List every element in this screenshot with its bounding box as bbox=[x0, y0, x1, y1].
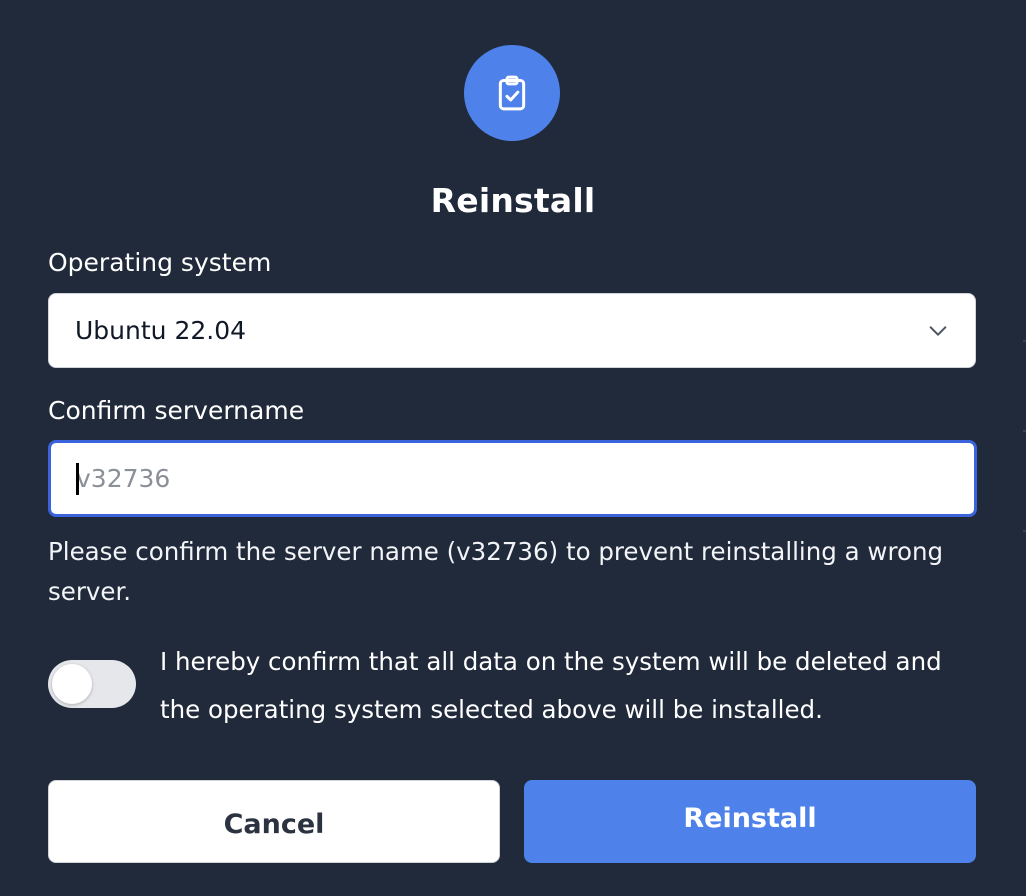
chevron-down-icon bbox=[929, 326, 947, 336]
reinstall-button[interactable]: Reinstall bbox=[524, 780, 976, 863]
os-select[interactable]: Ubuntu 22.04 bbox=[48, 293, 976, 368]
toggle-knob bbox=[52, 664, 92, 704]
servername-help-text: Please confirm the server name (v32736) … bbox=[48, 537, 944, 606]
servername-label: Confirm servername bbox=[48, 396, 305, 425]
servername-input[interactable] bbox=[76, 464, 974, 493]
confirm-toggle-label: I hereby confirm that all data on the sy… bbox=[160, 647, 942, 724]
clipboard-check-icon bbox=[498, 75, 526, 111]
modal-title: Reinstall bbox=[430, 181, 596, 220]
os-select-value: Ubuntu 22.04 bbox=[75, 316, 247, 345]
confirm-toggle[interactable] bbox=[48, 660, 136, 708]
text-caret bbox=[76, 463, 79, 495]
reinstall-modal: Reinstall Operating system Ubuntu 22.04 … bbox=[0, 0, 1026, 896]
os-label: Operating system bbox=[48, 248, 272, 277]
servername-input-wrapper[interactable] bbox=[48, 440, 977, 517]
header-icon-circle bbox=[464, 45, 560, 141]
cancel-button[interactable]: Cancel bbox=[48, 780, 500, 863]
